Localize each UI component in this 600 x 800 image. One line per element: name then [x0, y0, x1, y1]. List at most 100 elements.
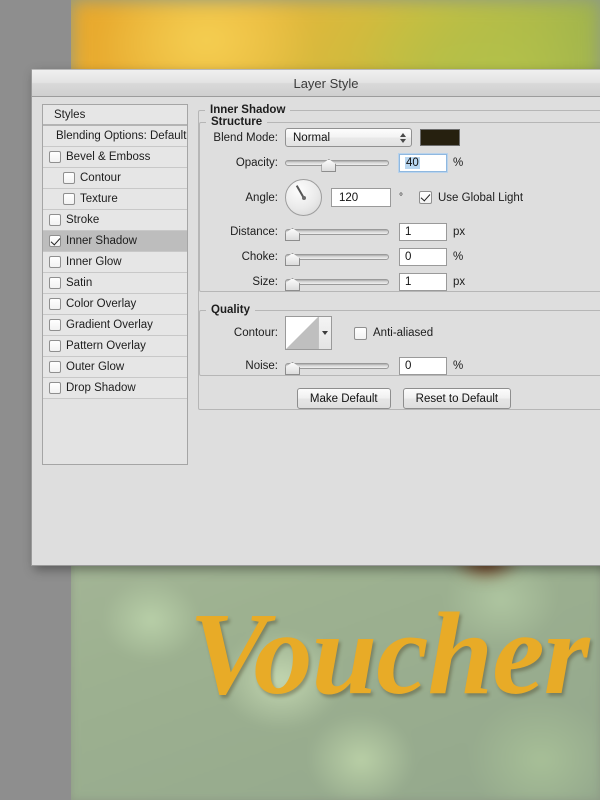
opacity-slider[interactable] — [285, 155, 389, 172]
sidebar-item-outer-glow[interactable]: Outer Glow — [43, 357, 187, 378]
angle-dial-hub — [301, 195, 306, 200]
effect-enable-checkbox[interactable] — [49, 151, 61, 163]
styles-header-label: Styles — [54, 108, 86, 121]
effect-enable-checkbox[interactable] — [49, 235, 61, 247]
sidebar-item-bevel-emboss[interactable]: Bevel & Emboss — [43, 147, 187, 168]
angle-input[interactable]: 120 — [331, 188, 391, 207]
styles-list-header[interactable]: Styles — [43, 105, 187, 126]
use-global-light-label: Use Global Light — [438, 191, 524, 204]
choke-unit: % — [453, 251, 464, 263]
contour-picker[interactable] — [285, 316, 332, 350]
effect-enable-checkbox[interactable] — [49, 298, 61, 310]
size-unit: px — [453, 276, 466, 288]
sidebar-item-label: Bevel & Emboss — [66, 151, 151, 163]
structure-group-label: Structure — [211, 116, 263, 128]
effect-enable-checkbox[interactable] — [63, 172, 75, 184]
size-value: 1 — [405, 276, 412, 288]
default-buttons-row: Make Default Reset to Default — [199, 388, 600, 409]
dialog-titlebar[interactable]: Layer Style — [32, 69, 600, 97]
distance-unit: px — [453, 226, 466, 238]
distance-slider[interactable] — [285, 224, 389, 241]
contour-label: Contour: — [233, 327, 278, 339]
noise-value: 0 — [405, 360, 412, 372]
use-global-light-row[interactable]: Use Global Light — [413, 191, 523, 204]
choke-value: 0 — [405, 251, 412, 263]
sidebar-item-pattern-overlay[interactable]: Pattern Overlay — [43, 336, 187, 357]
degree-symbol: ° — [399, 192, 403, 203]
effect-enable-checkbox[interactable] — [49, 319, 61, 331]
effect-enable-checkbox[interactable] — [49, 214, 61, 226]
dialog-title: Layer Style — [293, 75, 359, 91]
choke-input[interactable]: 0 — [399, 248, 447, 266]
layer-style-dialog: Layer Style Styles Blending Options: Def… — [31, 69, 600, 566]
effect-enable-checkbox[interactable] — [49, 256, 61, 268]
noise-input[interactable]: 0 — [399, 357, 447, 375]
effect-enable-checkbox[interactable] — [49, 340, 61, 352]
distance-value: 1 — [405, 226, 412, 238]
effect-enable-checkbox[interactable] — [63, 193, 75, 205]
shadow-color-swatch[interactable] — [420, 129, 460, 146]
noise-row: Noise: 0 % — [200, 357, 600, 375]
effect-enable-checkbox[interactable] — [49, 382, 61, 394]
effect-enable-checkbox[interactable] — [49, 277, 61, 289]
chevron-down-icon[interactable] — [319, 317, 331, 349]
sidebar-item-label: Drop Shadow — [66, 382, 136, 394]
distance-slider-track — [285, 229, 389, 235]
anti-aliased-row[interactable]: Anti-aliased — [348, 326, 434, 340]
blending-options-label: Blending Options: Default — [56, 130, 187, 142]
sidebar-item-label: Inner Glow — [66, 256, 122, 268]
angle-label: Angle: — [245, 191, 278, 204]
sidebar-item-inner-shadow[interactable]: Inner Shadow — [43, 231, 187, 252]
sidebar-item-blending-options[interactable]: Blending Options: Default — [43, 126, 187, 147]
angle-dial[interactable] — [285, 179, 322, 216]
opacity-unit: % — [453, 157, 464, 169]
size-slider-track — [285, 279, 389, 285]
make-default-button[interactable]: Make Default — [296, 388, 391, 409]
structure-group: Structure Blend Mode: Normal Opacity: 40… — [199, 116, 600, 292]
inner-shadow-group: Inner Shadow Structure Blend Mode: Norma… — [198, 104, 600, 410]
voucher-heading: Voucher — [189, 588, 590, 719]
noise-slider-track — [285, 363, 389, 369]
sidebar-item-satin[interactable]: Satin — [43, 273, 187, 294]
size-slider[interactable] — [285, 274, 389, 291]
sidebar-item-drop-shadow[interactable]: Drop Shadow — [43, 378, 187, 399]
anti-aliased-checkbox[interactable] — [354, 326, 367, 340]
noise-label: Noise: — [245, 360, 278, 372]
distance-label: Distance: — [230, 226, 278, 238]
sidebar-item-label: Satin — [66, 277, 93, 289]
sidebar-item-label: Inner Shadow — [66, 235, 137, 247]
sidebar-item-inner-glow[interactable]: Inner Glow — [43, 252, 187, 273]
size-row: Size: 1 px — [200, 273, 600, 291]
use-global-light-checkbox[interactable] — [419, 191, 432, 204]
blend-mode-select[interactable]: Normal — [285, 128, 412, 147]
sidebar-item-stroke[interactable]: Stroke — [43, 210, 187, 231]
effect-enable-checkbox[interactable] — [49, 361, 61, 373]
reset-to-default-button[interactable]: Reset to Default — [402, 388, 512, 409]
opacity-slider-track — [285, 160, 389, 166]
sidebar-item-texture[interactable]: Texture — [43, 189, 187, 210]
sidebar-item-label: Contour — [80, 172, 121, 184]
sidebar-item-label: Gradient Overlay — [66, 319, 153, 331]
blend-mode-value: Normal — [293, 131, 331, 144]
inner-shadow-group-label: Inner Shadow — [210, 104, 286, 116]
sidebar-item-gradient-overlay[interactable]: Gradient Overlay — [43, 315, 187, 336]
size-input[interactable]: 1 — [399, 273, 447, 291]
opacity-value: 40 — [405, 157, 420, 169]
dialog-body: Styles Blending Options: Default Bevel &… — [32, 96, 600, 565]
anti-aliased-label: Anti-aliased — [373, 327, 434, 339]
distance-input[interactable]: 1 — [399, 223, 447, 241]
choke-slider[interactable] — [285, 249, 389, 266]
sidebar-item-label: Color Overlay — [66, 298, 137, 310]
sidebar-item-color-overlay[interactable]: Color Overlay — [43, 294, 187, 315]
sidebar-item-contour[interactable]: Contour — [43, 168, 187, 189]
distance-row: Distance: 1 px — [200, 223, 600, 241]
sidebar-item-label: Texture — [80, 193, 118, 205]
angle-row: Angle: 120 ° Use Global Light — [200, 179, 600, 216]
blend-mode-row: Blend Mode: Normal — [200, 128, 600, 147]
size-label: Size: — [252, 276, 278, 288]
opacity-label: Opacity: — [235, 157, 278, 169]
styles-list[interactable]: Styles Blending Options: Default Bevel &… — [42, 104, 188, 465]
opacity-input[interactable]: 40 — [399, 154, 447, 172]
sidebar-item-label: Pattern Overlay — [66, 340, 146, 352]
noise-slider[interactable] — [285, 358, 389, 375]
